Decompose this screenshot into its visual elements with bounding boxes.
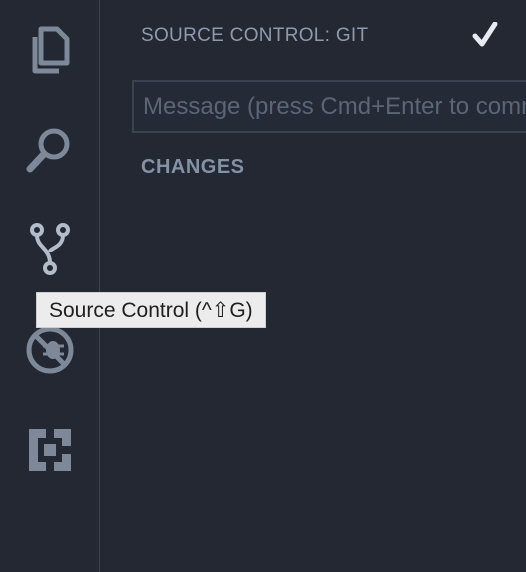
search-icon <box>25 125 75 175</box>
tooltip-text: Source Control (^⇧G) <box>49 298 253 322</box>
activity-explorer[interactable] <box>0 0 99 100</box>
activity-search[interactable] <box>0 100 99 200</box>
activity-extensions[interactable] <box>0 400 99 500</box>
source-control-icon <box>29 222 71 278</box>
activity-bar <box>0 0 100 572</box>
commit-message-input[interactable] <box>132 80 526 133</box>
no-debug-icon <box>24 324 76 376</box>
scm-sidebar: SOURCE CONTROL: GIT CHANGES <box>100 0 526 572</box>
changes-section-header[interactable]: CHANGES <box>141 156 245 179</box>
extensions-icon <box>26 426 74 474</box>
commit-button[interactable] <box>470 20 500 54</box>
files-icon <box>27 25 73 75</box>
vscode-window: SOURCE CONTROL: GIT CHANGES Source Contr… <box>0 0 526 572</box>
activity-source-control[interactable] <box>0 200 99 300</box>
sidebar-title: SOURCE CONTROL: GIT <box>141 25 369 46</box>
tooltip: Source Control (^⇧G) <box>36 292 266 328</box>
checkmark-icon <box>472 21 498 53</box>
